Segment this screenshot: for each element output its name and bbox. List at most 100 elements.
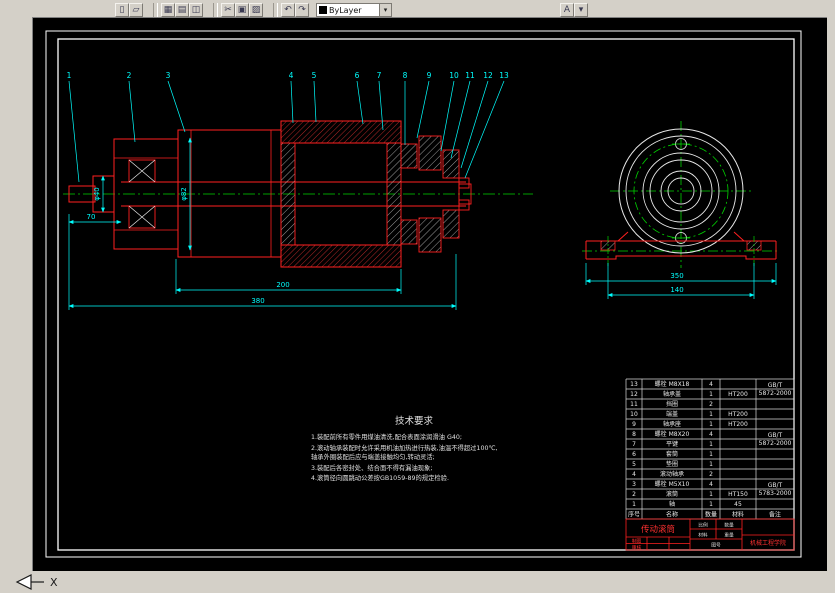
callout-label: 8 [403, 71, 408, 80]
svg-text:5872-2000: 5872-2000 [759, 440, 792, 447]
cell-name: 平键 [666, 440, 678, 448]
cell-no: 1 [632, 501, 636, 508]
cell-qty: 4 [709, 381, 713, 388]
cell-qty: 1 [709, 451, 713, 458]
cell-qty: 1 [709, 501, 713, 508]
tech-requirements: 技术要求 1.装配前所有零件用煤油清洗,配合表面涂润滑油 G40; 2.滚动轴承… [311, 415, 498, 482]
layer-combo[interactable]: ByLayer ▾ [316, 3, 392, 17]
cell-qty: 2 [709, 401, 713, 408]
copy-icon[interactable]: ▣ [235, 3, 249, 17]
print-icon[interactable]: ▤ [175, 3, 189, 17]
parts-table: 13 螺栓 M8X18 4 12 轴承盖 1 HT200 11 挡圈 2 10 … [625, 378, 795, 520]
save-icon[interactable]: ▦ [161, 3, 175, 17]
part-name: 传动滚筒 [641, 524, 675, 535]
table-row: 2 滚筒 1 HT150 [632, 490, 748, 498]
cell-no: 4 [632, 471, 636, 478]
svg-text:5872-2000: 5872-2000 [759, 390, 792, 397]
cell-qty: 1 [709, 491, 713, 498]
app-window: ▯ ▱ ▦ ▤ ◫ ✂ ▣ ▨ ↶ ↷ ByLayer ▾ A ▾ 1 2 3 … [0, 0, 835, 593]
header-no: 序号 [628, 511, 640, 519]
cell-name: 螺栓 M8X20 [655, 430, 690, 438]
new-icon[interactable]: ▯ [115, 3, 129, 17]
cell-no: 11 [630, 401, 638, 408]
cell-no: 2 [632, 491, 636, 498]
preview-icon[interactable]: ◫ [189, 3, 203, 17]
cell-no: 7 [632, 441, 636, 448]
undo-icon[interactable]: ↶ [281, 3, 295, 17]
table-row: 4 滚动轴承 2 [632, 470, 713, 478]
header-name: 名称 [666, 511, 678, 519]
text-style-button[interactable]: A [560, 3, 574, 17]
callout-numbers: 1 2 3 4 5 6 7 8 9 10 11 12 13 [67, 71, 509, 80]
callout-label: 12 [483, 71, 493, 80]
ucs-icon: X [14, 566, 74, 593]
table-row: 7 平键 1 [632, 440, 713, 448]
cut-icon[interactable]: ✂ [221, 3, 235, 17]
front-section-view [63, 120, 533, 268]
title-block: 传动滚筒 制图 审核 比例 数量 材料 重量 图号 机械工程学院 [625, 518, 795, 551]
end-view [582, 121, 780, 268]
drawing-canvas[interactable]: 1 2 3 4 5 6 7 8 9 10 11 12 13 380 200 70… [32, 17, 827, 571]
svg-text:GB/T: GB/T [768, 482, 783, 489]
cell-qty: 1 [709, 411, 713, 418]
toolbar-separator [213, 3, 218, 17]
table-row: 1 轴 1 45 [632, 500, 742, 508]
cell-qty: 1 [709, 461, 713, 468]
table-row: 3 螺栓 M5X10 4 [632, 480, 713, 488]
checker-label: 审核 [632, 544, 642, 551]
callout-label: 4 [289, 71, 294, 80]
chevron-down-icon[interactable]: ▾ [574, 3, 588, 17]
callout-label: 10 [449, 71, 459, 80]
svg-text:GB/T: GB/T [768, 432, 783, 439]
cell-no: 5 [632, 461, 636, 468]
table-row: 8 螺栓 M8X20 4 [632, 430, 713, 438]
material-label: 材料 [698, 532, 708, 539]
toolbar-separator [273, 3, 278, 17]
tech-requirement-line: 3.装配后各密封处、结合面不得有漏油现象; [311, 463, 432, 472]
tech-requirement-line: 2.滚动轴承装配时允许采用机油加热进行热装,油温不得超过100℃, [311, 443, 498, 452]
cell-qty: 1 [709, 441, 713, 448]
qty-label: 数量 [724, 522, 734, 529]
table-row: 9 轴承座 1 HT200 [632, 420, 748, 428]
table-header-row: 序号 名称 数量 材料 备注 [628, 511, 781, 519]
cell-qty: 2 [709, 471, 713, 478]
callout-label: 7 [377, 71, 382, 80]
tech-requirements-title: 技术要求 [395, 415, 434, 427]
redo-icon[interactable]: ↷ [295, 3, 309, 17]
svg-text:GB/T: GB/T [768, 382, 783, 389]
chevron-down-icon[interactable]: ▾ [379, 4, 391, 16]
cell-no: 9 [632, 421, 636, 428]
tech-requirement-line: 1.装配前所有零件用煤油清洗,配合表面涂润滑油 G40; [311, 432, 462, 441]
callout-label: 2 [127, 71, 132, 80]
cell-no: 10 [630, 411, 638, 418]
table-row: 10 端盖 1 HT200 [630, 410, 748, 418]
cell-no: 8 [632, 431, 636, 438]
drawing-no-label: 图号 [711, 543, 721, 549]
callout-label: 6 [355, 71, 360, 80]
toolbar-separator [153, 3, 158, 17]
cell-no: 12 [630, 391, 638, 398]
ucs-x-label: X [50, 576, 58, 589]
cell-name: 套筒 [666, 450, 678, 458]
organization: 机械工程学院 [750, 539, 786, 547]
top-toolbar: ▯ ▱ ▦ ▤ ◫ ✂ ▣ ▨ ↶ ↷ ByLayer ▾ A ▾ [0, 0, 835, 17]
paste-icon[interactable]: ▨ [249, 3, 263, 17]
weight-label: 重量 [724, 532, 734, 539]
header-material: 材料 [732, 511, 744, 519]
callout-label: 13 [499, 71, 509, 80]
layer-combo-value: ByLayer [329, 5, 362, 15]
cell-qty: 1 [709, 421, 713, 428]
open-icon[interactable]: ▱ [129, 3, 143, 17]
tech-requirement-line: 4.滚筒径向圆跳动公差按GB1059-89的规定检验. [311, 473, 449, 482]
layer-color-swatch [319, 6, 327, 14]
cell-material: HT200 [728, 421, 748, 428]
callout-label: 1 [67, 71, 72, 80]
dim-roller-length: 200 [276, 281, 289, 289]
scale-label: 比例 [698, 522, 708, 529]
tech-requirement-line: 轴承外圈装配后应与端盖接触均匀,转动灵活; [311, 452, 435, 461]
cell-no: 3 [632, 481, 636, 488]
cell-name: 垫圈 [666, 460, 678, 468]
dim-base-width: 350 [670, 272, 683, 280]
cell-qty: 1 [709, 391, 713, 398]
table-row: 5 垫圈 1 [632, 460, 713, 468]
